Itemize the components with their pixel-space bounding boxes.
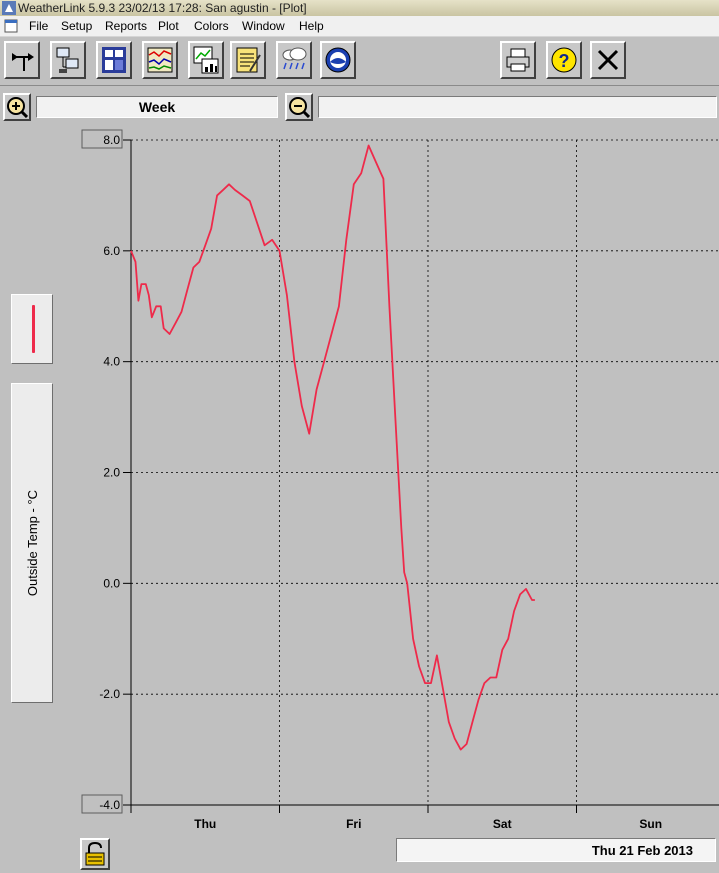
temperature-chart: 8.0 6.0 4.0 2.0 0.0 -2.0 -4.0 Thu Fri Sat Sun bbox=[81, 129, 719, 831]
padlock-open-icon bbox=[85, 842, 105, 866]
y-tick-label: 0.0 bbox=[103, 576, 120, 590]
x-tick-label: Sat bbox=[493, 817, 512, 831]
y-tick-label: -2.0 bbox=[99, 687, 120, 701]
date-field: Thu 21 Feb 2013 bbox=[396, 838, 716, 862]
y-tick-label: 8.0 bbox=[103, 133, 120, 147]
outside-temp-series-line bbox=[130, 144, 535, 751]
x-tick-label: Thu bbox=[194, 817, 216, 831]
y-tick-label: -4.0 bbox=[99, 798, 120, 812]
y-tick-label: 6.0 bbox=[103, 244, 120, 258]
x-tick-label: Sun bbox=[639, 817, 662, 831]
x-tick-label: Fri bbox=[346, 817, 361, 831]
lock-button[interactable] bbox=[80, 838, 110, 870]
y-tick-label: 4.0 bbox=[103, 355, 120, 369]
y-tick-label: 2.0 bbox=[103, 466, 120, 480]
